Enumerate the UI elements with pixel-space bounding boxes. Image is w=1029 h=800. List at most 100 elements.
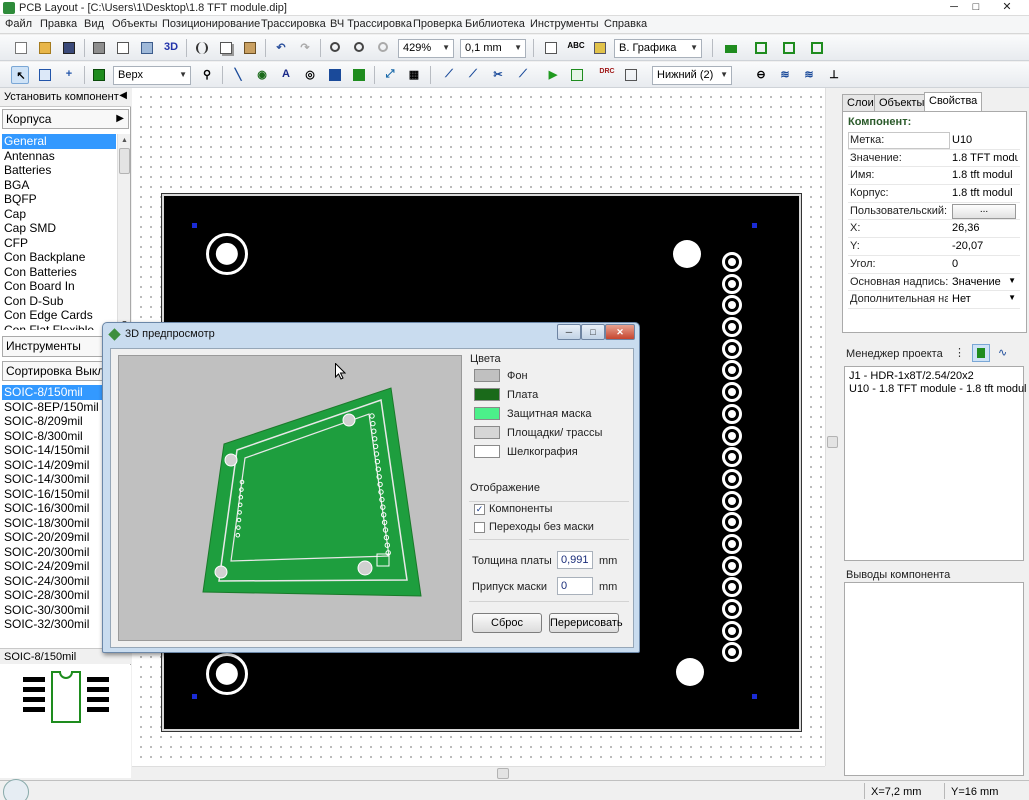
header-pin[interactable]	[722, 360, 742, 381]
package-item[interactable]: Con D-Sub	[2, 294, 116, 309]
mounting-hole[interactable]	[206, 653, 248, 695]
drc-button[interactable]: DRC	[598, 66, 616, 84]
footprint-item[interactable]: SOIC-24/209mil	[2, 559, 116, 574]
property-value[interactable]: U10	[952, 134, 1018, 146]
open-file-button[interactable]	[36, 39, 54, 57]
menu-tools[interactable]: Инструменты	[530, 18, 599, 30]
select-area-tool[interactable]	[36, 66, 54, 84]
graphics-button[interactable]	[591, 39, 609, 57]
footprint-item[interactable]: SOIC-14/300mil	[2, 472, 116, 487]
property-value[interactable]: 0	[952, 258, 1018, 270]
project-item[interactable]: U10 - 1.8 TFT module - 1.8 tft modul	[849, 383, 1027, 396]
footprint-item[interactable]: SOIC-8/150mil	[2, 385, 116, 400]
color-swatch[interactable]	[474, 388, 500, 401]
footprint-item[interactable]: SOIC-8/209mil	[2, 414, 116, 429]
footprint-item[interactable]: SOIC-14/209mil	[2, 458, 116, 473]
tab-objects[interactable]: Объекты	[874, 94, 930, 111]
dialog-minimize-button[interactable]: ─	[557, 324, 581, 340]
menu-check[interactable]: Проверка	[413, 18, 462, 30]
crosshair-tool[interactable]: +	[60, 66, 78, 84]
package-item[interactable]: BQFP	[2, 192, 116, 207]
minimize-button[interactable]: ─	[944, 0, 964, 15]
mounting-hole[interactable]	[206, 233, 248, 275]
pm-nets-button[interactable]: ∿	[998, 346, 1014, 362]
drill-hole[interactable]	[673, 240, 701, 268]
footprint-item[interactable]: SOIC-28/300mil	[2, 588, 116, 603]
spellcheck-button[interactable]: ABC	[567, 39, 585, 57]
drill-hole[interactable]	[676, 658, 704, 686]
footprint-item[interactable]: SOIC-30/300mil	[2, 603, 116, 618]
scroll-thumb[interactable]	[827, 436, 838, 448]
header-pin[interactable]	[722, 447, 742, 468]
header-pin[interactable]	[722, 403, 742, 424]
footprint-item[interactable]: SOIC-18/300mil	[2, 516, 116, 531]
menu-help[interactable]: Справка	[604, 18, 647, 30]
package-item[interactable]: Con Board In	[2, 279, 116, 294]
zoom-out-button[interactable]	[351, 39, 369, 57]
layer-swap-button[interactable]: ⊖	[752, 66, 770, 84]
color-swatch[interactable]	[474, 369, 500, 382]
header-pin[interactable]	[722, 338, 742, 359]
paste-button[interactable]	[241, 39, 259, 57]
3d-preview-button[interactable]: 3D	[162, 39, 180, 57]
header-pin[interactable]	[722, 512, 742, 533]
new-file-button[interactable]	[12, 39, 30, 57]
bottom-layer-select[interactable]: Нижний (2) ▼	[652, 66, 732, 85]
canvas-horizontal-scrollbar[interactable]	[132, 766, 825, 780]
property-value[interactable]: -20,07	[952, 240, 1018, 252]
footprint-item[interactable]: SOIC-8EP/150mil	[2, 400, 116, 415]
pad-tool[interactable]: ◉	[253, 66, 271, 84]
collapse-left-icon[interactable]: ◀	[119, 90, 127, 101]
package-item[interactable]: Cap SMD	[2, 221, 116, 236]
chevron-down-icon[interactable]: ▼	[1008, 276, 1016, 285]
export-netlist-button[interactable]	[808, 39, 826, 57]
menu-rf-routing[interactable]: ВЧ Трассировка	[330, 18, 412, 30]
select-tool[interactable]: ↖	[11, 66, 29, 84]
save-button[interactable]	[60, 39, 78, 57]
package-item[interactable]: Con Edge Cards	[2, 308, 116, 323]
project-manager-list[interactable]: J1 - HDR-1x8T/2.54/20x2 U10 - 1.8 TFT mo…	[844, 366, 1027, 561]
redo-button[interactable]: ↷	[296, 39, 314, 57]
footprint-item[interactable]: SOIC-24/300mil	[2, 574, 116, 589]
layer-up-button[interactable]: ≋	[776, 66, 794, 84]
route-tool[interactable]: ⟋	[440, 66, 458, 84]
menu-file[interactable]: Файл	[5, 18, 32, 30]
graphics-mode-select[interactable]: В. Графика ▼	[614, 39, 702, 58]
canvas-vertical-scrollbar[interactable]	[825, 88, 839, 766]
scroll-up-icon[interactable]: ▲	[118, 134, 131, 147]
grid-tool[interactable]: ▦	[405, 66, 423, 84]
mask-margin-input[interactable]	[557, 577, 593, 595]
packages-list[interactable]: General Antennas Batteries BGA BQFP Cap Cap SM…	[2, 134, 116, 330]
zoom-fit-button[interactable]	[375, 39, 393, 57]
3d-viewport[interactable]	[118, 355, 462, 641]
menu-objects[interactable]: Объекты	[112, 18, 157, 30]
package-item[interactable]: Batteries	[2, 163, 116, 178]
package-item[interactable]: Cap	[2, 207, 116, 222]
redraw-button[interactable]: Перерисовать	[549, 613, 623, 633]
header-pin[interactable]	[722, 382, 742, 403]
footprint-item[interactable]: SOIC-8/300mil	[2, 429, 116, 444]
net-button[interactable]	[722, 39, 740, 57]
menu-routing[interactable]: Трассировка	[261, 18, 326, 30]
cut-track-tool[interactable]: ✂	[489, 66, 507, 84]
color-swatch[interactable]	[474, 445, 500, 458]
footprint-item[interactable]: SOIC-14/150mil	[2, 443, 116, 458]
import-netlist-button[interactable]	[752, 39, 770, 57]
property-value[interactable]: 1.8 tft modul	[952, 187, 1018, 199]
properties-button[interactable]	[542, 39, 560, 57]
menu-positioning[interactable]: Позиционирование	[162, 18, 260, 30]
project-item[interactable]: J1 - HDR-1x8T/2.54/20x2	[849, 370, 1019, 383]
color-swatch[interactable]	[474, 407, 500, 420]
arc-tool[interactable]: A	[277, 66, 295, 84]
route-all-button[interactable]	[568, 66, 586, 84]
grid-select[interactable]: 0,1 mm ▼	[460, 39, 526, 58]
header-pin[interactable]	[722, 577, 742, 598]
route-diff-tool[interactable]: ⟋	[464, 66, 482, 84]
layer-down-button[interactable]: ≋	[800, 66, 818, 84]
cut-button[interactable]	[193, 39, 211, 57]
tab-properties[interactable]: Свойства	[924, 92, 983, 112]
footprint-item[interactable]: SOIC-16/150mil	[2, 487, 116, 502]
property-browse-button[interactable]: ...	[952, 203, 1016, 219]
package-item[interactable]: Con Batteries	[2, 265, 116, 280]
footprint-item[interactable]: SOIC-20/300mil	[2, 545, 116, 560]
